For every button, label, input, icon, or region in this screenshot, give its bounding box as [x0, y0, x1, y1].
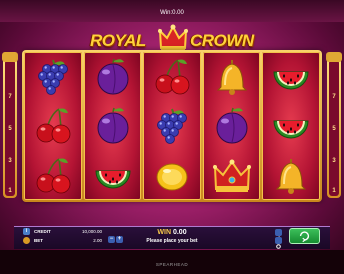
logo-word-royal: ROYAL	[90, 31, 146, 50]
reel-symbol	[24, 151, 82, 200]
reel-symbol	[262, 101, 320, 150]
top-win-label: Win:	[160, 10, 173, 16]
reels-area	[24, 52, 320, 200]
grapes-icon	[38, 59, 68, 95]
game-stage: Win:0.00 ROYAL CROWN 7 5 3 1 7 5 3 1 i C…	[0, 0, 344, 274]
plum-icon	[97, 108, 129, 144]
win-value: 0.00	[172, 229, 187, 236]
right-line-number: 3	[332, 158, 336, 164]
watermelon-icon	[273, 120, 309, 139]
reel-column	[143, 52, 201, 200]
sound-button[interactable]	[275, 229, 282, 241]
reel-symbol	[143, 101, 201, 150]
lemon-icon	[156, 163, 188, 191]
top-win-value: 0.00	[172, 10, 184, 16]
left-payline-panel: 7 5 3 1	[2, 52, 18, 198]
cherries-icon	[36, 157, 71, 193]
reel-symbol	[203, 101, 261, 150]
reel-symbol	[203, 151, 261, 200]
cherries-icon	[155, 59, 190, 95]
spin-button[interactable]	[289, 228, 320, 244]
gear-icon	[276, 244, 281, 249]
reel-column	[202, 52, 261, 200]
logo-word-crown: CROWN	[190, 31, 254, 50]
right-payline-panel: 7 5 3 1	[326, 52, 342, 198]
left-line-number: 7	[8, 94, 12, 100]
watermelon-icon	[95, 170, 131, 189]
right-panel-cap	[326, 52, 342, 62]
plum-icon	[216, 108, 248, 144]
left-line-number: 1	[8, 188, 12, 194]
reel-symbol	[143, 52, 201, 101]
left-panel-cap	[2, 52, 18, 62]
watermelon-icon	[273, 71, 309, 90]
reel-column	[83, 52, 142, 200]
win-label: WIN	[157, 229, 172, 236]
reel-symbol	[143, 151, 201, 200]
right-line-number: 7	[332, 94, 336, 100]
reel-symbol	[262, 151, 320, 200]
reel-column	[24, 52, 82, 200]
bell-icon	[276, 158, 307, 194]
right-line-number: 5	[332, 126, 336, 132]
reel-symbol	[84, 101, 142, 150]
reel-symbol	[24, 52, 82, 101]
reel-symbol	[84, 52, 142, 101]
left-line-number: 5	[8, 126, 12, 132]
reel-symbol	[24, 101, 82, 150]
top-win-display: Win:0.00	[0, 10, 344, 16]
brand-footer: SPEARHEAD	[155, 262, 189, 267]
reel-symbol	[203, 52, 261, 101]
spin-arrows-icon	[299, 231, 310, 243]
crown-icon	[212, 159, 251, 192]
bell-icon	[216, 60, 247, 95]
settings-button[interactable]	[275, 237, 282, 249]
grapes-icon	[157, 108, 188, 145]
left-line-number: 3	[8, 158, 12, 164]
right-line-number: 1	[332, 188, 336, 194]
reel-column	[262, 52, 320, 200]
cherries-icon	[36, 108, 71, 144]
reel-symbol	[262, 52, 320, 101]
reel-symbol	[84, 151, 142, 200]
plum-icon	[97, 58, 129, 95]
